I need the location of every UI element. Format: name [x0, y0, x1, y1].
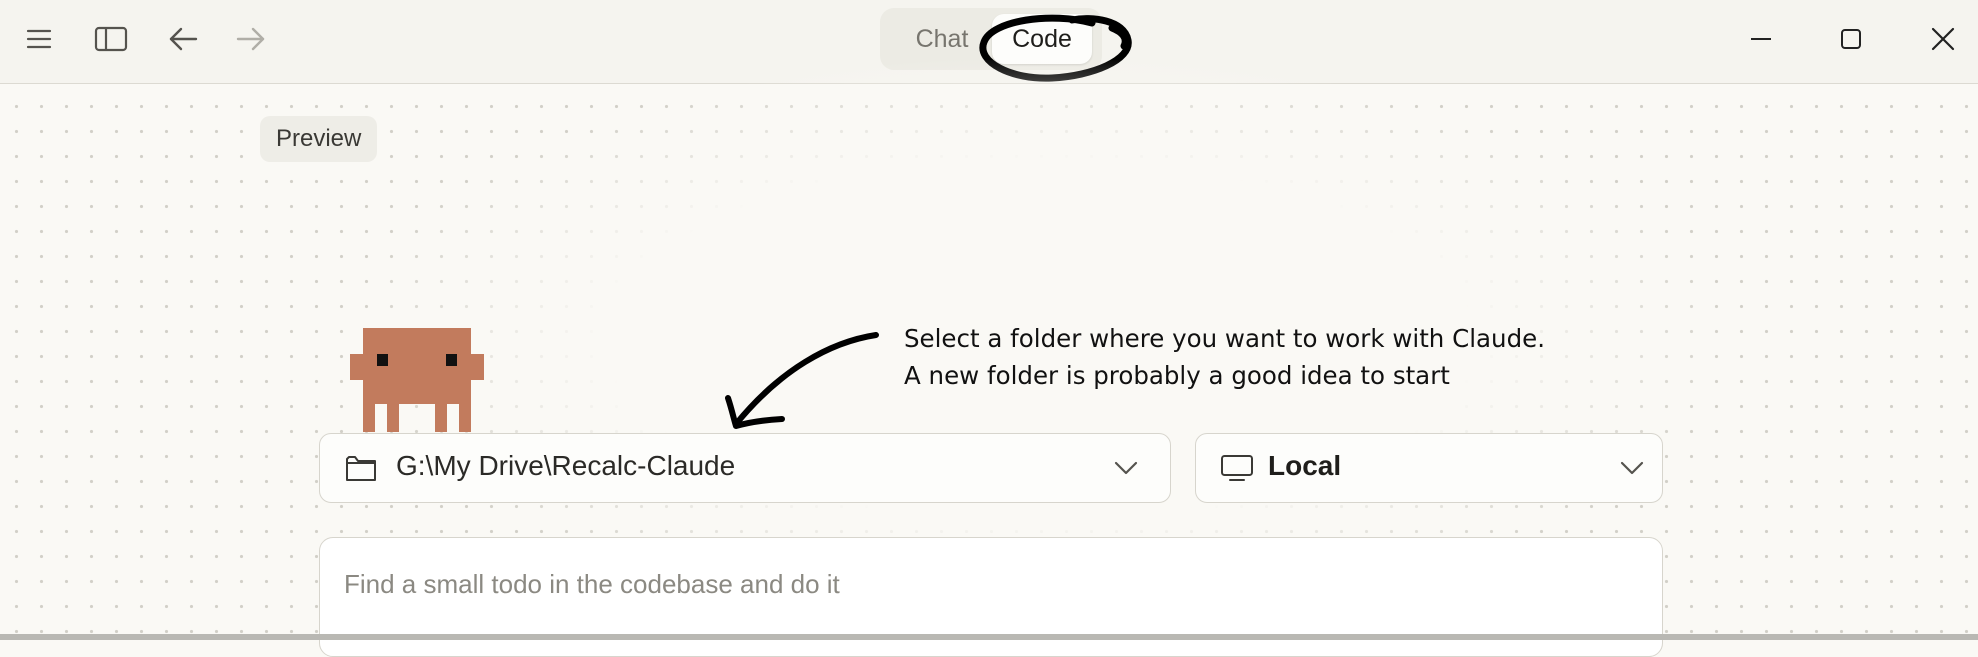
minimize-icon[interactable]: [1742, 20, 1780, 58]
preview-badge: Preview: [260, 116, 378, 162]
chevron-down-icon: [1620, 461, 1644, 475]
chevron-down-icon: [1114, 461, 1138, 475]
annotation-note: Select a folder where you want to work w…: [904, 320, 1545, 394]
prompt-input[interactable]: [344, 564, 1624, 604]
hamburger-menu-icon[interactable]: [20, 20, 58, 58]
maximize-icon[interactable]: [1832, 20, 1870, 58]
monitor-icon: [1221, 455, 1253, 481]
environment-select[interactable]: Local: [1195, 433, 1663, 503]
close-icon[interactable]: [1924, 20, 1962, 58]
folder-icon: [346, 456, 376, 481]
window-bottom-edge: [0, 634, 1978, 640]
folder-path: G:\My Drive\Recalc-Claude: [396, 450, 736, 481]
mascot-icon: [350, 328, 484, 432]
folder-select[interactable]: G:\My Drive\Recalc-Claude: [319, 433, 1171, 503]
annotation-line-1: Select a folder where you want to work w…: [904, 324, 1545, 353]
environment-value: Local: [1268, 450, 1342, 481]
sidebar-toggle-icon[interactable]: [92, 20, 130, 58]
arrow-right-icon[interactable]: [232, 20, 270, 58]
hand-drawn-arrow-annotation: [725, 332, 879, 429]
arrow-left-icon[interactable]: [164, 20, 202, 58]
annotation-line-2: A new folder is probably a good idea to …: [904, 361, 1450, 390]
